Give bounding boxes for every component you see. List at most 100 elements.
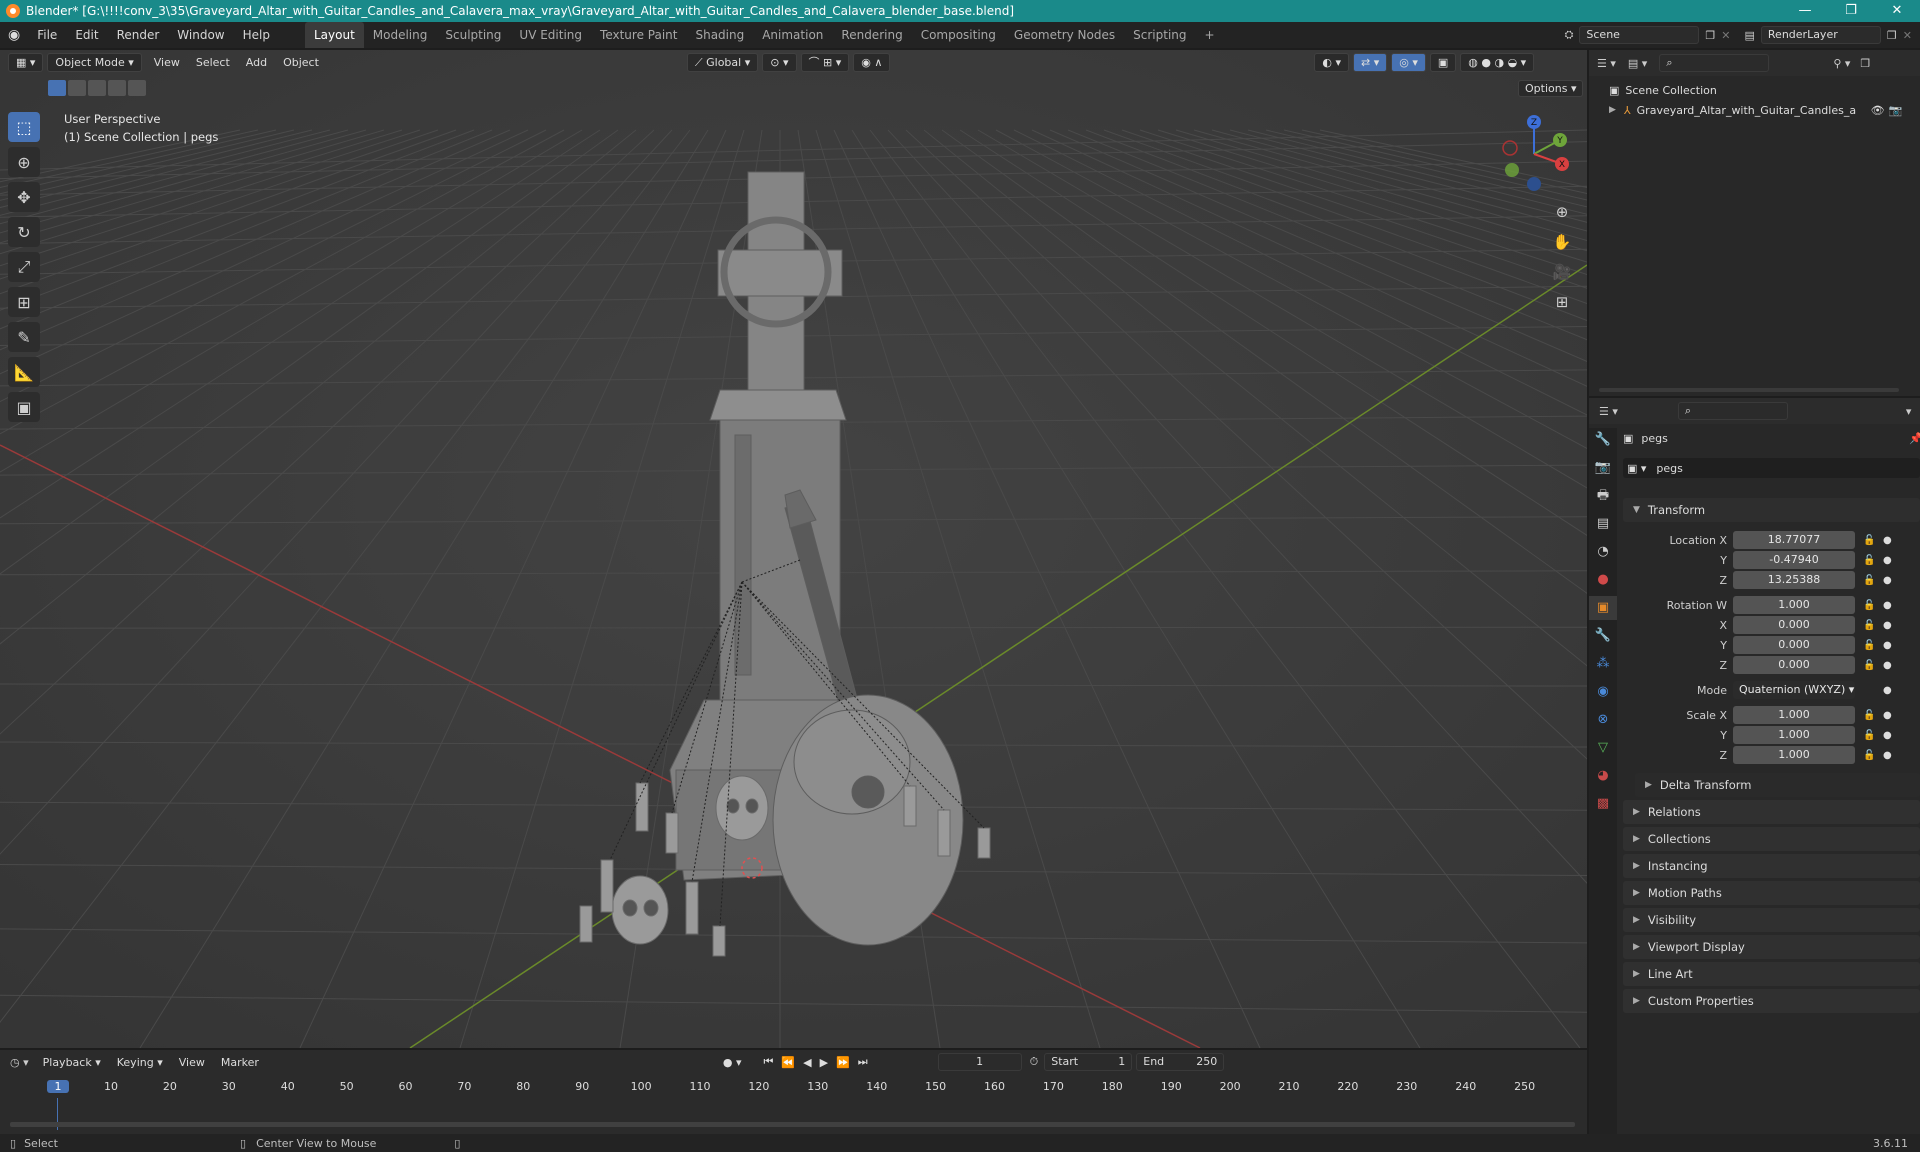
- scale-x-field[interactable]: 1.000: [1733, 706, 1855, 724]
- transform-orientation-dropdown[interactable]: ⟋ Global ▾: [686, 52, 759, 72]
- select-box-tool-icon[interactable]: ⬚: [8, 112, 40, 142]
- perspective-toggle-icon[interactable]: ⊞: [1548, 288, 1576, 316]
- rotate-tool-icon[interactable]: ↻: [8, 217, 40, 247]
- keyframe-dot-icon[interactable]: ●: [1883, 555, 1893, 566]
- record-icon[interactable]: ● ▾: [723, 1056, 742, 1069]
- object-data-field[interactable]: ▣ ▾ pegs: [1623, 458, 1920, 478]
- play-icon[interactable]: ▶: [820, 1056, 828, 1069]
- lock-icon[interactable]: 🔓: [1863, 660, 1877, 671]
- tab-modeling[interactable]: Modeling: [364, 22, 437, 48]
- tab-compositing[interactable]: Compositing: [912, 22, 1005, 48]
- timeline-menu-view[interactable]: View: [171, 1056, 213, 1069]
- properties-editor-type-icon[interactable]: ☰ ▾: [1599, 405, 1618, 418]
- outliner-row-object[interactable]: ▶ ⅄ Graveyard_Altar_with_Guitar_Candles_…: [1609, 100, 1914, 120]
- view-layer-tab-icon[interactable]: ▤: [1589, 512, 1617, 536]
- maximize-button[interactable]: ❐: [1828, 0, 1874, 22]
- timeline-scrollbar[interactable]: [10, 1122, 1575, 1127]
- new-render-layer-icon[interactable]: ❐: [1887, 29, 1897, 42]
- scale-z-field[interactable]: 1.000: [1733, 746, 1855, 764]
- outliner-editor-type-icon[interactable]: ☰ ▾: [1597, 57, 1616, 70]
- lock-icon[interactable]: 🔓: [1863, 750, 1877, 761]
- scene-field[interactable]: Scene: [1579, 26, 1700, 44]
- tab-animation[interactable]: Animation: [753, 22, 832, 48]
- location-z-field[interactable]: 13.25388: [1733, 571, 1855, 589]
- lock-icon[interactable]: 🔓: [1863, 730, 1877, 741]
- lock-icon[interactable]: 🔓: [1863, 535, 1877, 546]
- current-frame-field[interactable]: 1: [937, 1053, 1022, 1071]
- keyframe-dot-icon[interactable]: ●: [1883, 750, 1893, 761]
- minimize-button[interactable]: —: [1782, 0, 1828, 22]
- pivot-point-icon[interactable]: ⊙ ▾: [762, 52, 797, 72]
- rotation-x-field[interactable]: 0.000: [1733, 616, 1855, 634]
- keyframe-dot-icon[interactable]: ●: [1883, 600, 1893, 611]
- blender-menu-icon[interactable]: ◉: [0, 22, 28, 48]
- keyframe-dot-icon[interactable]: ●: [1883, 730, 1893, 741]
- overlay-toggle-icon[interactable]: ◎ ▾: [1391, 52, 1426, 72]
- menu-window[interactable]: Window: [168, 22, 233, 48]
- tab-rendering[interactable]: Rendering: [832, 22, 911, 48]
- rotation-mode-dropdown[interactable]: Quaternion (WXYZ) ▾: [1733, 681, 1855, 699]
- data-tab-icon[interactable]: ▽: [1589, 736, 1617, 760]
- select-invert-icon[interactable]: [108, 80, 126, 96]
- rotation-z-field[interactable]: 0.000: [1733, 656, 1855, 674]
- outliner-scrollbar[interactable]: [1599, 388, 1899, 392]
- proportional-editing-icon[interactable]: ◉ ∧: [853, 52, 891, 72]
- select-intersect-icon[interactable]: [128, 80, 146, 96]
- transform-tool-icon[interactable]: ⊞: [8, 287, 40, 317]
- viewport-menu-select[interactable]: Select: [188, 56, 238, 69]
- modifiers-tab-icon[interactable]: 🔧: [1589, 624, 1617, 648]
- new-collection-icon[interactable]: ❐: [1860, 57, 1870, 70]
- tab-geometry-nodes[interactable]: Geometry Nodes: [1005, 22, 1124, 48]
- texture-tab-icon[interactable]: ▩: [1589, 792, 1617, 816]
- select-extend-icon[interactable]: [68, 80, 86, 96]
- 3d-viewport[interactable]: ▦ ▾ Object Mode ▾ View Select Add Object…: [0, 50, 1587, 1048]
- render-layer-field[interactable]: RenderLayer: [1760, 26, 1881, 44]
- frame-ruler[interactable]: 1 10 20 30 40 50 60 70 80 90 100 110 120 130 140 150 160…: [0, 1078, 1587, 1098]
- camera-render-icon[interactable]: 📷: [1889, 104, 1903, 117]
- gizmo-toggle-icon[interactable]: ⇄ ▾: [1353, 52, 1388, 72]
- zoom-icon[interactable]: ⊕: [1548, 198, 1576, 226]
- lock-icon[interactable]: 🔓: [1863, 575, 1877, 586]
- lock-icon[interactable]: 🔓: [1863, 555, 1877, 566]
- tab-sculpting[interactable]: Sculpting: [436, 22, 510, 48]
- lock-icon[interactable]: 🔓: [1863, 710, 1877, 721]
- outliner-row-scene-collection[interactable]: ▣ Scene Collection: [1609, 80, 1717, 100]
- move-tool-icon[interactable]: ✥: [8, 182, 40, 212]
- add-workspace-button[interactable]: +: [1196, 22, 1224, 48]
- instancing-section[interactable]: ▶ Instancing: [1623, 854, 1920, 878]
- material-tab-icon[interactable]: ◕: [1589, 764, 1617, 788]
- render-tab-icon[interactable]: 📷: [1589, 456, 1617, 480]
- location-x-field[interactable]: 18.77077: [1733, 531, 1855, 549]
- relations-section[interactable]: ▶ Relations: [1623, 800, 1920, 824]
- scale-tool-icon[interactable]: ⤢: [8, 252, 40, 282]
- expand-arrow-icon[interactable]: ▶: [1609, 105, 1616, 115]
- timeline-menu-keying[interactable]: Keying ▾: [109, 1056, 171, 1069]
- constraints-tab-icon[interactable]: ⊗: [1589, 708, 1617, 732]
- transform-section-header[interactable]: ▼ Transform: [1623, 498, 1920, 522]
- measure-tool-icon[interactable]: 📐: [8, 357, 40, 387]
- scene-tab-icon[interactable]: ◔: [1589, 540, 1617, 564]
- add-cube-tool-icon[interactable]: ▣: [8, 392, 40, 422]
- visibility-section[interactable]: ▶ Visibility: [1623, 908, 1920, 932]
- collections-section[interactable]: ▶ Collections: [1623, 827, 1920, 851]
- keyframe-dot-icon[interactable]: ●: [1883, 640, 1893, 651]
- line-art-section[interactable]: ▶ Line Art: [1623, 962, 1920, 986]
- camera-view-icon[interactable]: 🎥: [1548, 258, 1576, 286]
- object-tab-icon[interactable]: ▣: [1589, 596, 1617, 620]
- world-tab-icon[interactable]: ●: [1589, 568, 1617, 592]
- filter-icon[interactable]: ⚲ ▾: [1833, 57, 1850, 70]
- stopwatch-icon[interactable]: ⏱: [1030, 1055, 1039, 1069]
- remove-render-layer-icon[interactable]: ✕: [1903, 29, 1912, 42]
- annotate-tool-icon[interactable]: ✎: [8, 322, 40, 352]
- delta-transform-section[interactable]: ▶ Delta Transform: [1635, 773, 1920, 797]
- keyframe-dot-icon[interactable]: ●: [1883, 710, 1893, 721]
- lock-icon[interactable]: 🔓: [1863, 620, 1877, 631]
- rotation-w-field[interactable]: 1.000: [1733, 596, 1855, 614]
- viewport-menu-object[interactable]: Object: [275, 56, 327, 69]
- timeline-menu-marker[interactable]: Marker: [213, 1056, 267, 1069]
- options-button[interactable]: Options ▾: [1518, 80, 1584, 97]
- editor-type-icon[interactable]: ▦ ▾: [8, 52, 44, 72]
- lock-icon[interactable]: 🔓: [1863, 640, 1877, 651]
- jump-keyframe-back-icon[interactable]: ⏪: [781, 1056, 795, 1069]
- tool-tab-icon[interactable]: 🔧: [1589, 428, 1617, 452]
